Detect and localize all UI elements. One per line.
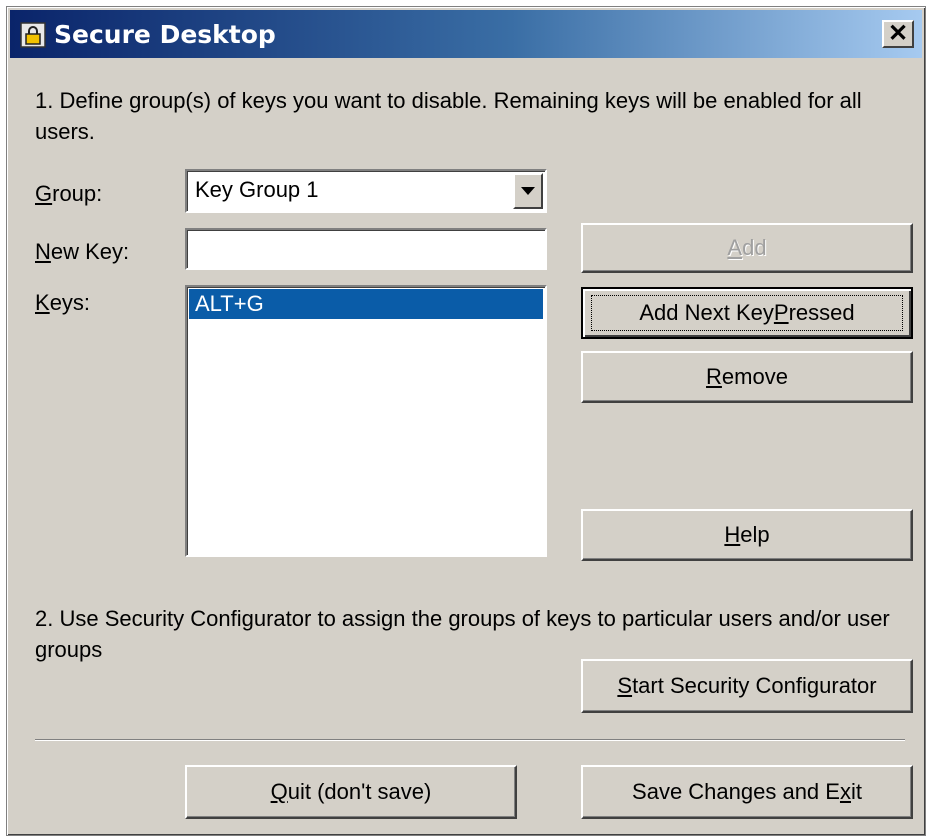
step1-instructions: 1. Define group(s) of keys you want to d…	[35, 88, 862, 144]
help-button[interactable]: Help	[581, 509, 913, 561]
dropdown-arrow-button[interactable]	[513, 173, 543, 209]
step2-instructions: 2. Use Security Configurator to assign t…	[35, 606, 890, 662]
group-combobox[interactable]: Key Group 1	[185, 169, 547, 213]
add-button[interactable]: Add	[581, 223, 913, 273]
chevron-down-icon	[521, 186, 535, 195]
keys-label: Keys:	[35, 290, 91, 315]
title-bar[interactable]: Secure Desktop ✕	[10, 10, 922, 58]
group-label: Group:	[35, 181, 103, 206]
add-next-key-pressed-button[interactable]: Add Next Key Pressed	[581, 287, 913, 339]
list-item[interactable]: ALT+G	[189, 289, 543, 319]
close-button[interactable]: ✕	[882, 20, 914, 48]
close-icon: ✕	[887, 20, 909, 47]
focus-indicator	[591, 295, 903, 331]
lock-app-icon	[20, 22, 46, 48]
divider	[35, 739, 905, 741]
keys-listbox[interactable]: ALT+G	[185, 285, 547, 557]
start-security-configurator-button[interactable]: Start Security Configurator	[581, 659, 913, 713]
secure-desktop-dialog: Secure Desktop ✕ 1. Define group(s) of k…	[6, 6, 926, 836]
quit-button[interactable]: Quit (don't save)	[185, 765, 517, 819]
save-changes-and-exit-button[interactable]: Save Changes and Ex it	[581, 765, 913, 819]
remove-button[interactable]: Remove	[581, 351, 913, 403]
new-key-input[interactable]	[185, 228, 547, 270]
window-title: Secure Desktop	[54, 20, 276, 49]
group-combobox-value: Key Group 1	[195, 177, 319, 202]
new-key-label: New Key:	[35, 239, 130, 264]
